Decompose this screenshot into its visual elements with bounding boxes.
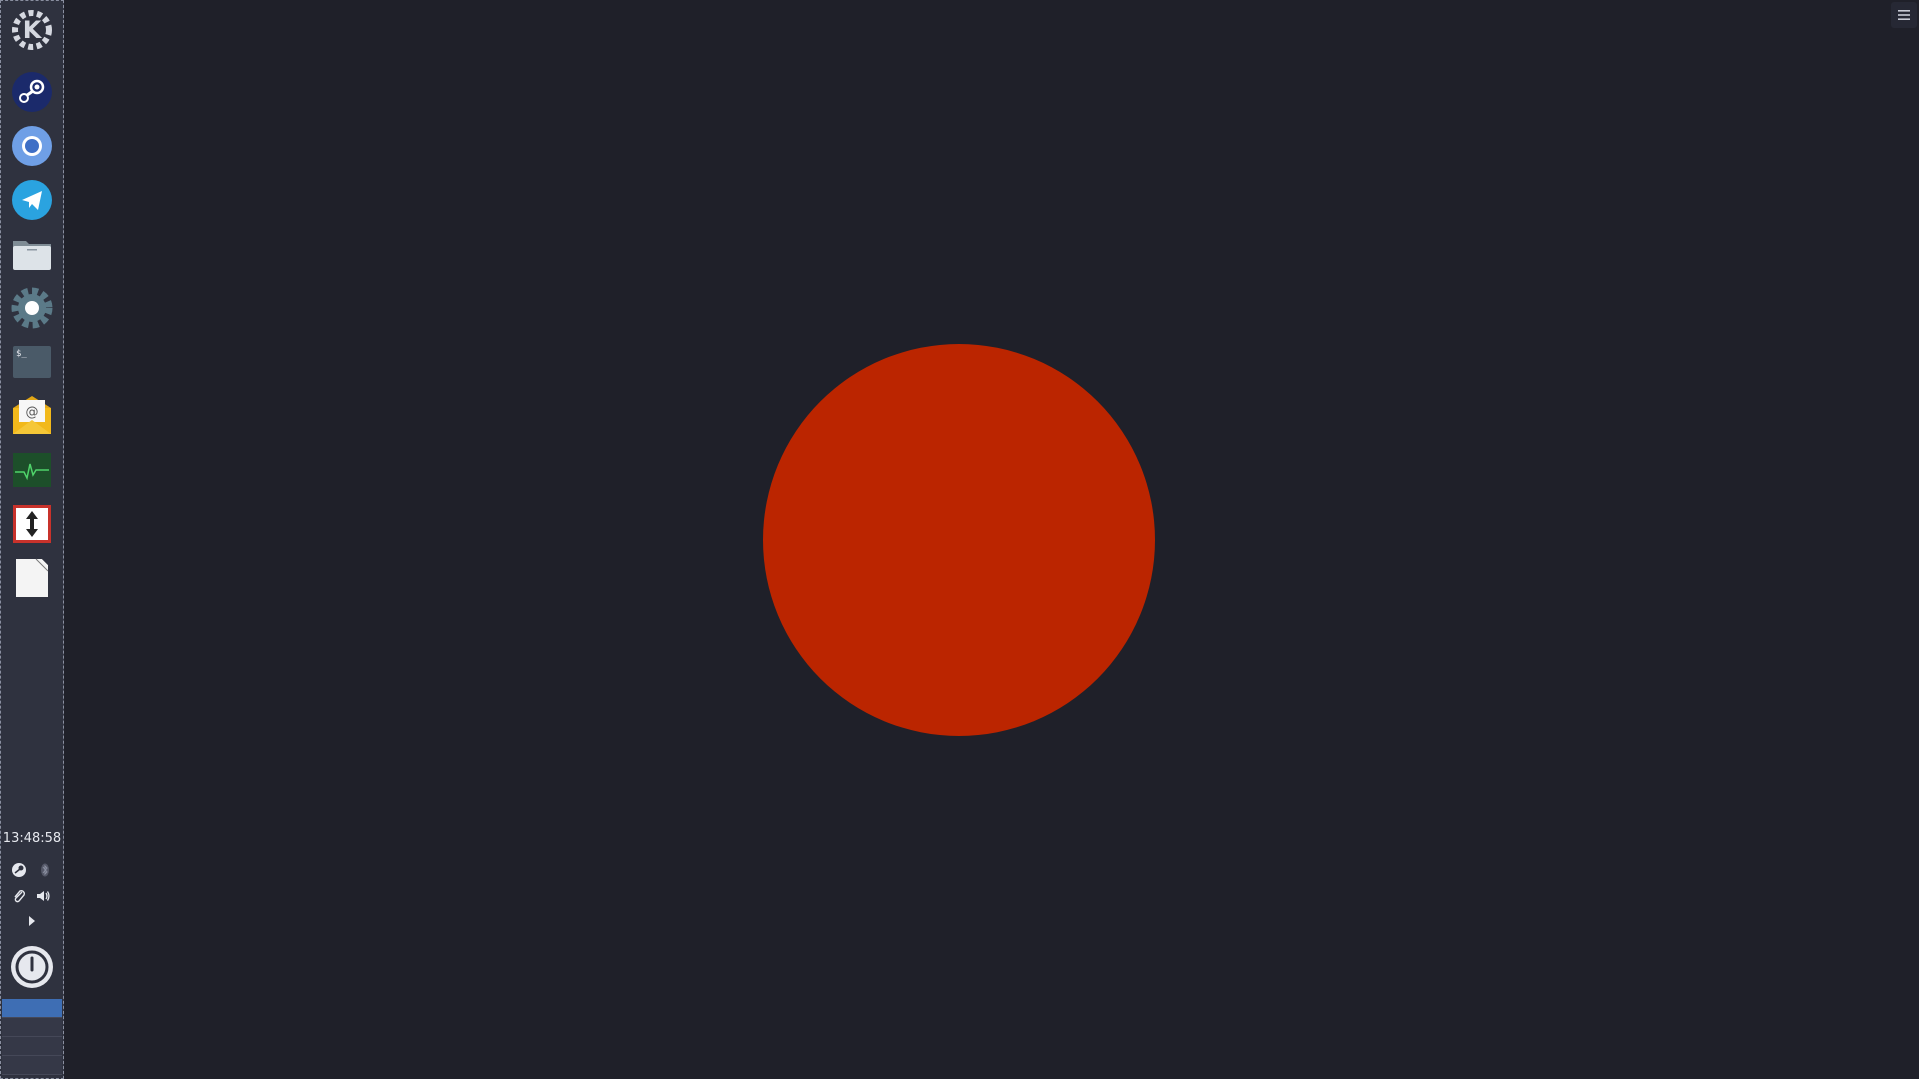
- document-icon[interactable]: [8, 554, 56, 602]
- steam-tray-icon[interactable]: [9, 860, 29, 880]
- red-circle-wallpaper: [763, 344, 1155, 736]
- left-panel: K $_ @ 13:48:58: [0, 0, 64, 1079]
- volume-icon[interactable]: [33, 886, 53, 906]
- chromium-icon[interactable]: [8, 122, 56, 170]
- mail-icon[interactable]: @: [8, 392, 56, 440]
- desktop-3[interactable]: [2, 1037, 62, 1056]
- power-icon[interactable]: [9, 944, 55, 990]
- desktop-2[interactable]: [2, 1018, 62, 1037]
- desktop: K $_ @ 13:48:58: [0, 0, 1919, 1079]
- terminal-icon[interactable]: $_: [8, 338, 56, 386]
- svg-text:K: K: [23, 16, 43, 44]
- desktop-4[interactable]: [2, 1056, 62, 1075]
- terminal-prompt: $_: [16, 349, 27, 359]
- digital-clock[interactable]: 13:48:58: [0, 831, 64, 846]
- telegram-icon[interactable]: [8, 176, 56, 224]
- svg-text:@: @: [26, 405, 39, 420]
- folder-icon[interactable]: [8, 230, 56, 278]
- virtual-desktop-pager: [2, 999, 62, 1075]
- gear-icon[interactable]: [8, 284, 56, 332]
- clipboard-icon[interactable]: [9, 886, 29, 906]
- up-down-arrow-icon[interactable]: [8, 500, 56, 548]
- chevron-right-icon[interactable]: [24, 911, 40, 931]
- desktop-1[interactable]: [2, 999, 62, 1018]
- kde-logo-icon[interactable]: K: [8, 6, 56, 54]
- hamburger-menu-icon[interactable]: [1891, 2, 1917, 28]
- bluetooth-icon[interactable]: [35, 860, 55, 880]
- system-monitor-icon[interactable]: [8, 446, 56, 494]
- steam-icon[interactable]: [8, 68, 56, 116]
